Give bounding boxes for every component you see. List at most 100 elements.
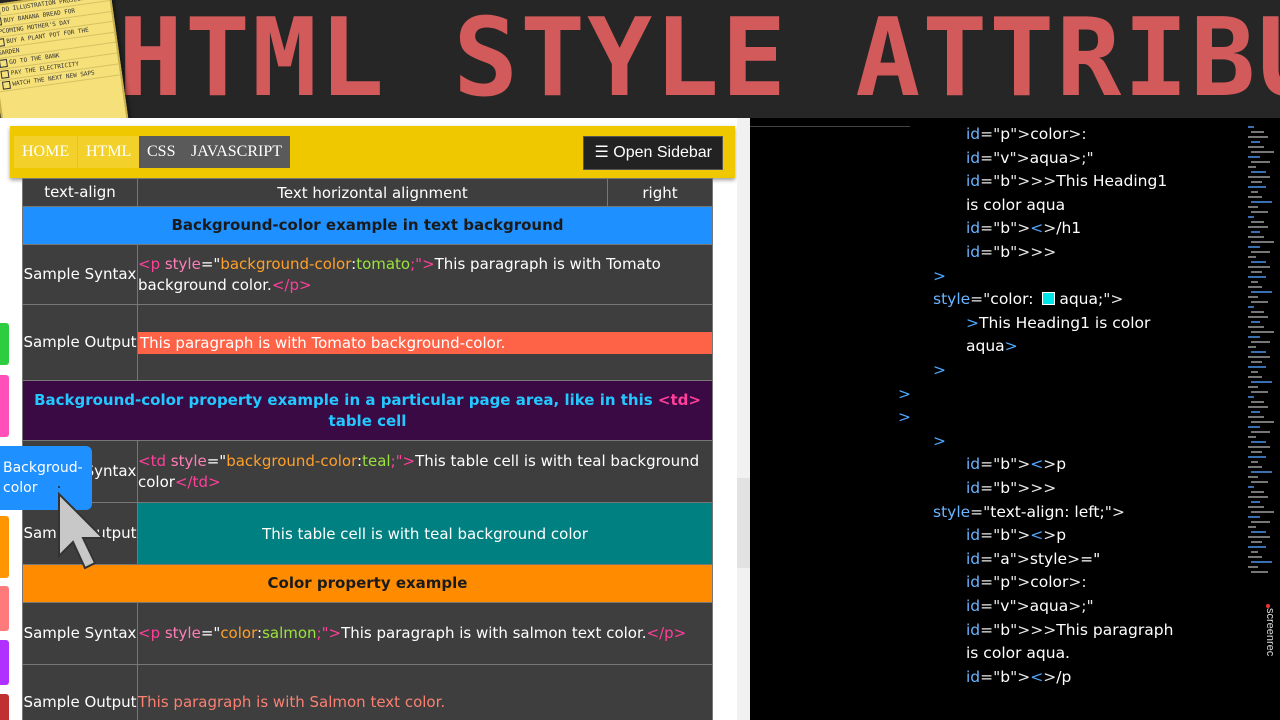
minimap-line	[1251, 251, 1270, 253]
minimap-line	[1251, 521, 1270, 523]
code-editor-pane: id="p">color>: id="v">aqua>;" id="b">>>Thi…	[750, 118, 1280, 720]
minimap-line	[1251, 171, 1266, 173]
minimap-line	[1251, 411, 1260, 413]
nav-javascript-link[interactable]: JAVASCRIPT	[183, 136, 291, 168]
minimap-line	[1251, 321, 1260, 323]
minimap-line	[1251, 131, 1264, 133]
checkbox-icon	[0, 17, 3, 27]
code-line: id="p">color>:	[966, 125, 1087, 143]
code-line: id="v">aqua>;"	[966, 597, 1094, 615]
edge-tab[interactable]	[0, 516, 9, 578]
minimap-line	[1248, 236, 1264, 238]
code-line: is color aqua.	[966, 644, 1070, 663]
minimap-line	[1248, 536, 1270, 538]
minimap-line	[1251, 381, 1272, 383]
table-row: Sample Output This paragraph is with Sal…	[22, 664, 713, 720]
minimap-line	[1248, 266, 1270, 268]
syntax-cell: <td style="background-color:teal;">This …	[137, 440, 713, 503]
minimap-line	[1248, 156, 1260, 158]
code-minimap[interactable]	[1248, 126, 1274, 636]
minimap-line	[1248, 206, 1258, 208]
checkbox-icon	[0, 58, 8, 68]
code-line: style="text-align: left;">	[933, 502, 1125, 521]
tomato-output: This paragraph is with Tomato background…	[138, 331, 712, 354]
code-line: >This Heading1 is color	[966, 313, 1151, 332]
output-label: Sample Output	[22, 664, 138, 720]
minimap-line	[1248, 256, 1256, 258]
minimap-line	[1248, 476, 1258, 478]
syntax-label: Sample Syntax	[22, 602, 138, 665]
code-line: id="b">>>This Heading1	[966, 172, 1168, 191]
scrollbar-thumb[interactable]	[737, 478, 750, 568]
title-banner: HTML STYLE ATTRIBUTE DO ILLUSTRATION PRO…	[0, 0, 1280, 118]
minimap-line	[1248, 406, 1268, 408]
screenrec-watermark: screenrec	[1264, 608, 1276, 657]
minimap-line	[1251, 431, 1270, 433]
minimap-line	[1248, 326, 1264, 328]
minimap-line	[1248, 336, 1260, 338]
code-line: >	[933, 431, 946, 450]
edge-tab[interactable]	[0, 323, 9, 365]
nav-css-link[interactable]: CSS	[139, 136, 184, 168]
code-line: id="v">aqua>;"	[966, 148, 1094, 167]
minimap-line	[1251, 271, 1262, 273]
minimap-line	[1251, 191, 1258, 193]
minimap-line	[1248, 136, 1268, 138]
minimap-line	[1248, 276, 1266, 278]
code-line: id="b">>>This paragraph	[966, 620, 1174, 639]
code-line: id="b"><>/h1	[966, 219, 1082, 238]
minimap-line	[1251, 471, 1272, 473]
code-line: is color aqua	[966, 195, 1066, 214]
minimap-line	[1251, 361, 1262, 363]
minimap-line	[1251, 221, 1264, 223]
code-line: id="b"><>p	[966, 455, 1067, 474]
open-sidebar-button[interactable]: ☰ Open Sidebar	[583, 136, 723, 170]
minimap-line	[1248, 176, 1270, 178]
description-cell: Text horizontal alignment	[137, 178, 608, 207]
minimap-line	[1248, 436, 1256, 438]
nav-home-link[interactable]: HOME	[14, 136, 78, 168]
todo-sticky-note: DO ILLUSTRATION PROJECT BUY BANANA BREAD…	[0, 0, 129, 118]
code-line: id="b">>>	[966, 479, 1057, 497]
minimap-line	[1248, 456, 1266, 458]
nav-html-link[interactable]: HTML	[78, 136, 140, 168]
checkbox-icon	[0, 69, 10, 79]
edge-tab[interactable]	[0, 375, 9, 437]
minimap-line	[1248, 126, 1254, 128]
code-line: id="b"><>p	[966, 526, 1067, 545]
section-header: Background-color example in text backgro…	[22, 206, 713, 245]
mouse-cursor-icon	[58, 486, 106, 570]
minimap-line	[1248, 216, 1254, 218]
code-line: >	[933, 266, 946, 285]
minimap-line	[1251, 261, 1266, 263]
minimap-line	[1248, 466, 1262, 468]
syntax-cell: <p style="background-color:tomato;">This…	[137, 244, 713, 305]
property-cell: text-align	[22, 178, 138, 207]
edge-tab[interactable]	[0, 586, 9, 631]
minimap-line	[1251, 161, 1270, 163]
salmon-output-cell: This paragraph is with Salmon text color…	[137, 664, 713, 720]
edge-tab[interactable]	[0, 640, 9, 685]
minimap-line	[1248, 246, 1260, 248]
code-line: id="b">>>	[966, 243, 1057, 261]
browser-preview-pane: HOME HTML CSS JAVASCRIPT ☰ Open Sidebar …	[0, 118, 750, 720]
edge-tab[interactable]	[0, 694, 9, 720]
minimap-line	[1248, 376, 1262, 378]
minimap-line	[1251, 181, 1262, 183]
minimap-line	[1248, 306, 1254, 308]
code-line: id="p">color>:	[966, 573, 1087, 592]
left-pane-scrollbar[interactable]	[737, 118, 750, 720]
top-navbar: HOME HTML CSS JAVASCRIPT ☰ Open Sidebar	[10, 126, 735, 178]
minimap-line	[1251, 141, 1260, 143]
minimap-line	[1251, 511, 1274, 513]
table-row: Sample Syntax <p style="background-color…	[22, 244, 713, 305]
code-line: >	[933, 361, 946, 379]
checkbox-icon	[0, 38, 5, 48]
minimap-line	[1248, 186, 1266, 188]
minimap-line	[1251, 461, 1258, 463]
minimap-line	[1251, 341, 1270, 343]
minimap-line	[1248, 446, 1270, 448]
minimap-line	[1248, 316, 1268, 318]
minimap-line	[1251, 421, 1274, 423]
minimap-line	[1251, 481, 1268, 483]
